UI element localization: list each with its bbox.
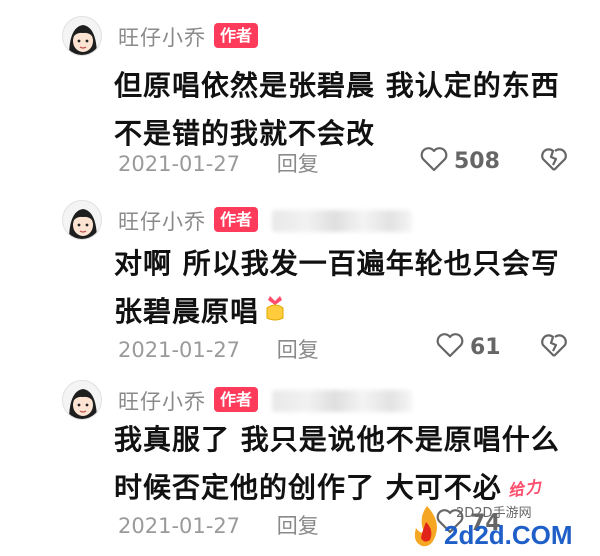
watermark-small-text: 2D2D手游网: [456, 506, 532, 521]
watermark-domain: 2d2d.COM: [444, 520, 573, 550]
author-badge: 作者: [214, 23, 259, 48]
blurred-reply-target: [272, 390, 412, 412]
comment-item: 旺仔小乔 作者 但原唱依然是张碧晨 我认定的东西不是错的我就不会改 2021-0…: [0, 0, 600, 190]
reply-button[interactable]: 回复: [277, 514, 319, 538]
heart-outline-icon: [436, 332, 464, 362]
comment-meta: 2021-01-27 回复: [118, 148, 319, 178]
avatar[interactable]: [62, 16, 102, 56]
comment-text-body: 对啊 所以我发一百遍年轮也只会写张碧晨原唱: [114, 247, 560, 328]
comment-date: 2021-01-27: [118, 152, 241, 176]
like-count: 508: [454, 148, 500, 174]
heart-outline-icon: [420, 146, 448, 176]
comment-date: 2021-01-27: [118, 338, 241, 362]
comment-text-body: 我真服了 我只是说他不是原唱什么时候否定他的创作了 大可不必: [114, 423, 560, 504]
author-name[interactable]: 旺仔小乔: [118, 386, 206, 416]
comment-date: 2021-01-27: [118, 514, 241, 538]
site-watermark: 2D2D手游网 2d2d.COM: [404, 494, 594, 554]
dislike-button[interactable]: [540, 146, 568, 176]
avatar[interactable]: [62, 200, 102, 240]
like-button[interactable]: 508: [420, 146, 500, 176]
heart-hands-emoji: [263, 289, 287, 337]
comment-meta: 2021-01-27 回复: [118, 334, 319, 364]
author-badge: 作者: [214, 387, 259, 412]
reply-button[interactable]: 回复: [277, 152, 319, 176]
comment-text: 但原唱依然是张碧晨 我认定的东西不是错的我就不会改: [114, 69, 560, 150]
author-name[interactable]: 旺仔小乔: [118, 22, 206, 52]
comment-meta: 2021-01-27 回复: [118, 510, 319, 540]
like-count: 61: [470, 334, 501, 360]
author-badge: 作者: [214, 207, 259, 232]
avatar[interactable]: [62, 380, 102, 420]
broken-heart-icon: [540, 148, 568, 176]
author-name[interactable]: 旺仔小乔: [118, 206, 206, 236]
flame-logo-icon: [410, 504, 444, 554]
comment-item: 旺仔小乔 作者 对啊 所以我发一百遍年轮也只会写张碧晨原唱 2021-01-27…: [0, 190, 600, 370]
like-button[interactable]: 61: [436, 332, 501, 362]
comment-text: 对啊 所以我发一百遍年轮也只会写张碧晨原唱: [114, 240, 574, 337]
broken-heart-icon: [540, 334, 568, 362]
dislike-button[interactable]: [540, 332, 568, 362]
blurred-reply-target: [272, 210, 412, 232]
reply-button[interactable]: 回复: [277, 338, 319, 362]
